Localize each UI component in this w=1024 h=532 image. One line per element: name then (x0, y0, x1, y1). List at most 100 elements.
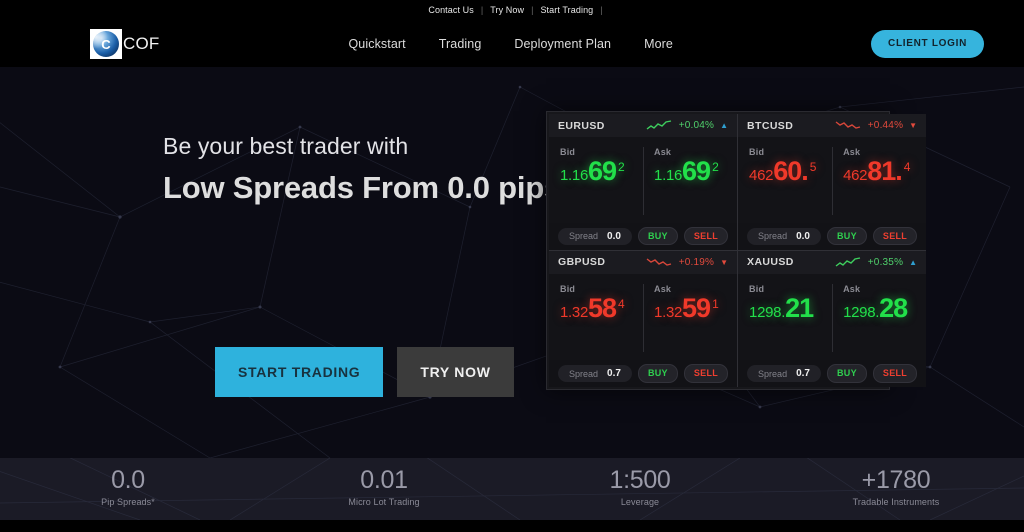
sparkline-up-icon (835, 256, 860, 267)
stat-micro-lot: 0.01 Micro Lot Trading (256, 458, 512, 520)
spread-indicator: Spread 0.0 (747, 227, 821, 245)
ask-big: 59 (682, 292, 711, 323)
hero-cta-row: START TRADING TRY NOW (215, 347, 514, 397)
nav-item-more[interactable]: More (644, 37, 673, 51)
ask-big: 69 (682, 156, 711, 186)
start-trading-button[interactable]: START TRADING (215, 347, 384, 397)
buy-button[interactable]: BUY (637, 364, 678, 383)
stat-pip-spreads: 0.0 Pip Spreads* (0, 458, 256, 520)
quote-ask: Ask 1.32 59 1 (643, 284, 737, 361)
nav-item-trading[interactable]: Trading (439, 37, 482, 51)
quote-bid: Bid 1.32 58 4 (549, 284, 643, 361)
stat-label: Tradable Instruments (852, 496, 940, 507)
sparkline-down-icon (835, 121, 860, 129)
sell-button[interactable]: SELL (683, 226, 729, 246)
quote-header: EURUSD +0.04% ▲ (549, 114, 738, 137)
quote-change: +0.44% (867, 120, 904, 131)
spread-value: 0.0 (796, 230, 810, 242)
quote-ask: Ask 462 81. 4 (832, 147, 926, 223)
bid-sup: 2 (618, 160, 625, 174)
top-utility-links: Contact Us | Try Now | Start Trading | (421, 6, 602, 15)
quote-direction-down-icon: ▼ (909, 121, 918, 130)
hero-subheading: Be your best trader with (163, 133, 409, 159)
bid-lead: 1.32 (560, 303, 588, 321)
topbar-link-contact-us[interactable]: Contact Us (421, 6, 481, 15)
ask-sup: 1 (712, 296, 719, 311)
bid-sup: 4 (618, 296, 625, 311)
hero-section: Be your best trader with Low Spreads Fro… (0, 67, 1024, 458)
quote-symbol: GBPUSD (558, 256, 606, 268)
quote-bid: Bid 462 60. 5 (738, 147, 832, 223)
spread-value: 0.7 (607, 368, 621, 379)
quote-body: Bid 1.16 69 2 Ask 1.16 69 2 (549, 137, 737, 223)
trade-buttons: BUY SELL (637, 364, 729, 383)
bid-label: Bid (749, 283, 765, 294)
cof-sphere-logo-icon (90, 29, 122, 59)
bid-big: 60. (773, 156, 809, 186)
stat-label: Micro Lot Trading (348, 496, 420, 507)
stat-value: +1780 (861, 466, 931, 494)
bid-big: 21 (785, 292, 814, 323)
brand-name: COF (123, 34, 160, 53)
trade-buttons: BUY SELL (826, 364, 918, 383)
sell-button[interactable]: SELL (683, 364, 729, 383)
quote-ask: Ask 1298. 28 (832, 284, 926, 361)
quote-bid: Bid 1298. 21 (738, 284, 832, 361)
quote-body: Bid 462 60. 5 Ask 462 81. 4 (738, 137, 926, 223)
brand-logo[interactable]: COF (90, 29, 159, 59)
bid-lead: 1.16 (560, 167, 588, 184)
stat-tradable-instruments: +1780 Tradable Instruments (768, 458, 1024, 520)
buy-button[interactable]: BUY (826, 364, 867, 383)
topbar-separator: | (600, 5, 603, 15)
ask-lead: 462 (843, 167, 868, 184)
page-bottom-fill (0, 520, 1024, 532)
quote-card-eurusd[interactable]: EURUSD +0.04% ▲ Bid 1.16 69 2 Ask 1.16 6… (549, 114, 739, 251)
sparkline-up-icon (646, 120, 671, 130)
ask-lead: 1298. (843, 303, 880, 321)
try-now-button[interactable]: TRY NOW (397, 347, 514, 397)
quote-footer: Spread 0.7 BUY SELL (738, 360, 927, 387)
sparkline-down-icon (646, 257, 671, 266)
quote-symbol: XAUUSD (747, 256, 794, 268)
quote-footer: Spread 0.7 BUY SELL (549, 360, 738, 387)
ask-big: 81. (867, 156, 903, 186)
ask-lead: 1.32 (654, 303, 683, 321)
spread-value: 0.7 (796, 368, 810, 379)
spread-label: Spread (569, 368, 599, 379)
spread-indicator: Spread 0.7 (747, 365, 821, 382)
spread-indicator: Spread 0.0 (558, 227, 632, 245)
quote-footer: Spread 0.0 BUY SELL (738, 222, 927, 250)
quote-card-gbpusd[interactable]: GBPUSD +0.19% ▼ Bid 1.32 58 4 Ask 1.32 5… (549, 250, 739, 387)
bid-lead: 1298. (749, 303, 786, 321)
ask-big: 28 (879, 292, 908, 323)
quote-header: GBPUSD +0.19% ▼ (549, 250, 738, 274)
trade-buttons: BUY SELL (637, 226, 729, 246)
stat-value: 0.01 (360, 466, 408, 494)
spread-label: Spread (569, 231, 599, 241)
bid-lead: 462 (749, 167, 774, 184)
hero-heading: Low Spreads From 0.0 pips (163, 169, 562, 205)
buy-button[interactable]: BUY (826, 226, 867, 246)
nav-item-deployment-plan[interactable]: Deployment Plan (514, 37, 611, 51)
stat-label: Leverage (620, 496, 660, 507)
quote-body: Bid 1.32 58 4 Ask 1.32 59 1 (549, 274, 737, 361)
nav-item-quickstart[interactable]: Quickstart (348, 37, 405, 51)
quote-change: +0.19% (678, 256, 715, 268)
bid-label: Bid (560, 283, 576, 294)
sell-button[interactable]: SELL (872, 364, 918, 383)
bid-big: 58 (588, 292, 617, 323)
quote-symbol: BTCUSD (747, 119, 794, 132)
quote-card-btcusd[interactable]: BTCUSD +0.44% ▼ Bid 462 60. 5 Ask 462 81… (738, 114, 927, 251)
buy-button[interactable]: BUY (637, 226, 678, 246)
topbar-link-start-trading[interactable]: Start Trading (533, 6, 600, 15)
stat-value: 0.0 (111, 466, 145, 494)
bid-big: 69 (588, 156, 617, 186)
topbar-link-try-now[interactable]: Try Now (483, 6, 531, 15)
quote-card-xauusd[interactable]: XAUUSD +0.35% ▲ Bid 1298. 21 Ask 1298. 2… (738, 250, 927, 387)
spread-label: Spread (758, 231, 788, 241)
top-utility-bar: Contact Us | Try Now | Start Trading | (0, 0, 1024, 21)
sell-button[interactable]: SELL (872, 226, 918, 246)
spread-value: 0.0 (607, 230, 621, 242)
client-login-button[interactable]: CLIENT LOGIN (871, 30, 984, 58)
ask-lead: 1.16 (654, 167, 683, 184)
